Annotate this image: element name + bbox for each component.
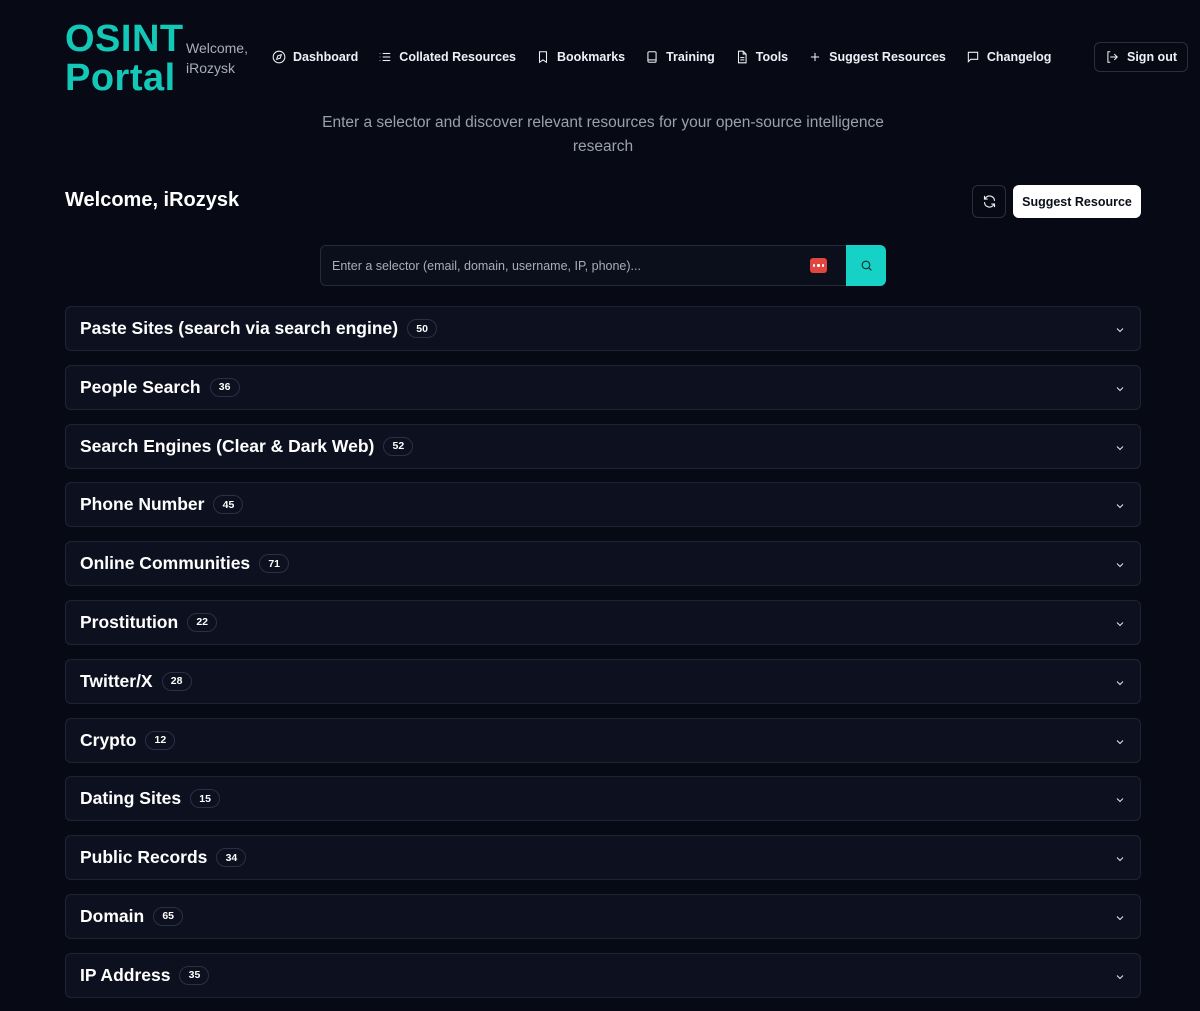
category-count-badge: 28 [161,671,192,691]
category-count-badge: 45 [213,495,244,515]
category-count-badge: 12 [145,730,176,750]
selector-input[interactable] [320,245,846,286]
category-count-badge: 22 [187,612,218,632]
category-phone-number[interactable]: Phone Number 45 [65,482,1141,528]
chevron-down-icon [1114,970,1126,982]
plus-icon [811,52,820,62]
header-welcome-text: Welcome, iRozysk [186,40,248,76]
compass-icon [272,50,286,64]
chevron-down-icon [1114,558,1126,570]
category-title: Twitter/X [80,670,153,691]
category-title: Crypto [80,729,137,750]
bookmark-icon [538,51,548,64]
category-title: Public Records [80,847,208,868]
category-public-records[interactable]: Public Records 34 [65,835,1141,881]
category-title: Search Engines (Clear & Dark Web) [80,435,375,456]
category-online-communities[interactable]: Online Communities 71 [65,541,1141,587]
category-twitter-x[interactable]: Twitter/X 28 [65,658,1141,704]
category-prostitution[interactable]: Prostitution 22 [65,599,1141,645]
category-title: Phone Number [80,494,205,515]
category-dating-sites[interactable]: Dating Sites 15 [65,776,1141,822]
category-count-badge: 36 [209,377,240,397]
search-icon [861,260,872,271]
category-title: Prostitution [80,611,179,632]
category-count-badge: 15 [190,789,221,809]
tagline: Enter a selector and discover relevant r… [322,114,884,155]
nav-training[interactable]: Training [635,42,725,72]
category-people-search[interactable]: People Search 36 [65,364,1141,410]
password-manager-icon[interactable] [810,258,827,273]
category-count-badge: 34 [216,848,247,868]
nav-dashboard[interactable]: Dashboard [262,42,368,72]
category-title: People Search [80,376,201,397]
chevron-down-icon [1114,676,1126,688]
nav-tools[interactable]: Tools [725,42,798,72]
category-domain[interactable]: Domain 65 [65,893,1141,939]
category-ip-address[interactable]: IP Address 35 [65,952,1141,998]
chevron-down-icon [1114,735,1126,747]
chevron-down-icon [1114,441,1126,453]
category-title: Dating Sites [80,788,182,809]
nav-label: Training [666,50,715,64]
search-button[interactable] [846,245,886,286]
category-count-badge: 52 [383,436,414,456]
category-count-badge: 50 [407,319,438,338]
chevron-down-icon [1114,382,1126,394]
nav-suggest-resources[interactable]: Suggest Resources [798,42,956,72]
nav-label: Collated Resources [399,50,517,64]
chevron-down-icon [1114,852,1126,864]
page-title: Welcome, iRozysk [65,189,240,211]
chevron-down-icon [1114,323,1126,335]
chevron-down-icon [1114,793,1126,805]
book-icon [647,51,657,63]
nav-label: Bookmarks [557,50,626,64]
category-count-badge: 65 [153,906,184,926]
chevron-down-icon [1114,617,1126,629]
log-out-icon [1107,51,1118,63]
category-search-engines[interactable]: Search Engines (Clear & Dark Web) 52 [65,423,1141,469]
main-nav: Dashboard Collated Resources Bookmarks T… [262,42,1061,72]
category-crypto[interactable]: Crypto 12 [65,717,1141,763]
category-paste-sites[interactable]: Paste Sites (search via search engine) 5… [65,306,1141,351]
category-list: Paste Sites (search via search engine) 5… [65,306,1141,1011]
selector-search [320,245,886,286]
nav-label: Changelog [986,50,1052,64]
category-title: IP Address [80,964,171,985]
category-count-badge: 71 [259,554,290,574]
category-title: Paste Sites (search via search engine) [80,318,399,338]
refresh-icon [983,195,995,208]
brand-line-1: OSINT [65,18,184,60]
category-title: Domain [80,905,145,926]
page: OSINT Portal Welcome, iRozysk Dashboard … [0,0,1200,1011]
nav-label: Dashboard [293,50,359,64]
category-count-badge: 35 [179,965,210,985]
message-icon [967,51,979,63]
nav-collated-resources[interactable]: Collated Resources [368,42,526,72]
brand-logo[interactable]: OSINT Portal [65,20,184,98]
refresh-button[interactable] [972,185,1006,218]
nav-label: Tools [755,50,789,64]
nav-label: Suggest Resources [829,50,946,64]
brand-line-2: Portal [65,57,176,99]
chevron-down-icon [1114,499,1126,511]
top-header: OSINT Portal Welcome, iRozysk Dashboard … [0,0,1200,110]
nav-bookmarks[interactable]: Bookmarks [526,42,635,72]
category-title: Online Communities [80,553,251,574]
document-icon [737,50,747,64]
list-icon [380,52,391,62]
sign-out-label: Sign out [1127,50,1177,64]
suggest-resource-button[interactable]: Suggest Resource [1013,185,1141,218]
sign-out-button[interactable]: Sign out [1094,42,1188,72]
nav-changelog[interactable]: Changelog [956,42,1062,72]
chevron-down-icon [1114,911,1126,923]
